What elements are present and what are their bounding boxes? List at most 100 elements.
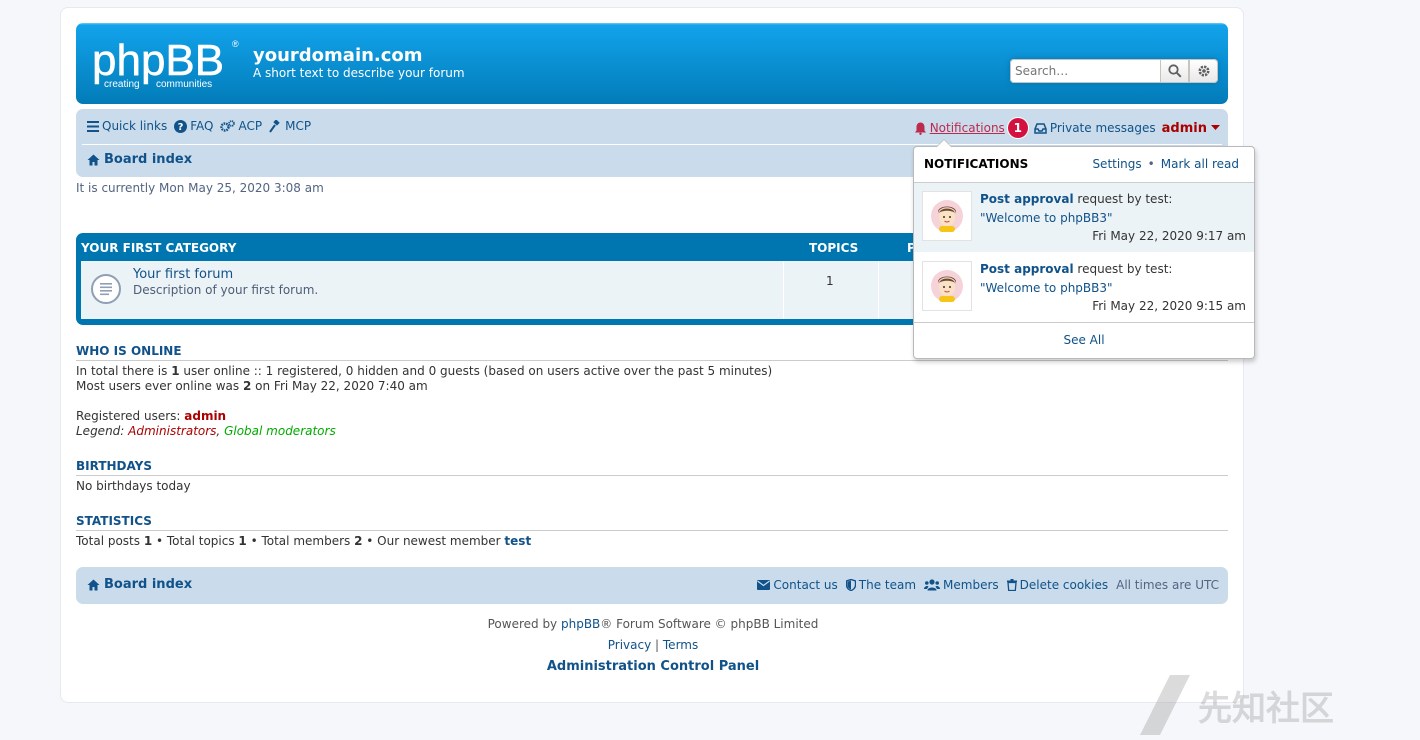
home-icon [87, 579, 100, 590]
terms-link[interactable]: Terms [663, 638, 698, 652]
notification-text: Post approval request by test: "Welcome … [980, 262, 1173, 295]
svg-text:phpBB: phpBB [92, 36, 224, 85]
acp-label: ACP [238, 119, 263, 133]
notification-date: Fri May 22, 2020 9:17 am [1092, 229, 1246, 243]
administration-control-panel-link[interactable]: Administration Control Panel [547, 659, 759, 674]
notifications-actions: Settings • Mark all read [1092, 157, 1239, 171]
topics-column-header: TOPICS [809, 241, 859, 255]
phpbb-logo[interactable]: phpBB ® creating communities [90, 35, 240, 93]
board-index-link[interactable]: Board index [104, 152, 192, 167]
private-messages-link[interactable]: Private messages [1034, 121, 1156, 135]
mark-all-read-link[interactable]: Mark all read [1161, 157, 1239, 171]
notifications-dropdown-title: NOTIFICATIONS [924, 157, 1029, 171]
envelope-icon [757, 580, 771, 590]
members-link[interactable]: Members [924, 578, 999, 592]
faq-link[interactable]: ? FAQ [174, 119, 213, 133]
notifications-label: Notifications [929, 121, 1005, 135]
statistics-heading: STATISTICS [76, 514, 1228, 531]
search-box [1010, 59, 1218, 83]
notifications-badge: 1 [1007, 118, 1028, 138]
advanced-search-button[interactable] [1189, 59, 1218, 83]
footer-links: Contact us The team Members Delete cooki… [757, 578, 1219, 592]
column-separator [783, 261, 784, 319]
caret-down-icon [1211, 125, 1220, 130]
online-stats: In total there is 1 user online :: 1 reg… [76, 364, 773, 393]
search-icon [1167, 64, 1182, 78]
notification-date: Fri May 22, 2020 9:15 am [1092, 299, 1246, 313]
watermark-logo-icon [1140, 675, 1190, 735]
forum-topics-count: 1 [826, 274, 834, 288]
search-input[interactable] [1010, 59, 1160, 83]
notification-item[interactable]: Post approval request by test: "Welcome … [914, 183, 1254, 253]
forum-title-link[interactable]: Your first forum [133, 267, 233, 282]
inbox-icon [1034, 122, 1047, 134]
trash-icon [1006, 579, 1017, 591]
registered-user-link[interactable]: admin [184, 409, 226, 423]
menu-icon [87, 120, 99, 132]
search-button[interactable] [1160, 59, 1189, 83]
forum-description: Description of your first forum. [133, 283, 319, 297]
delete-cookies-link[interactable]: Delete cookies [1006, 578, 1108, 592]
gavel-icon [269, 119, 280, 133]
svg-text:creating: creating [104, 79, 140, 90]
site-title[interactable]: yourdomain.com [253, 45, 423, 66]
the-team-link[interactable]: The team [845, 578, 916, 592]
forum-read-icon [91, 274, 121, 304]
phpbb-link[interactable]: phpBB [561, 617, 600, 631]
bell-icon [914, 122, 926, 135]
quick-links-menu[interactable]: Quick links [87, 119, 167, 133]
avatar [922, 191, 972, 241]
footer-navbar: Board index Contact us The team Members … [76, 567, 1228, 604]
birthdays-text: No birthdays today [76, 479, 191, 493]
private-messages-label: Private messages [1049, 121, 1156, 135]
nav-divider [82, 144, 1222, 145]
newest-member-link[interactable]: test [504, 534, 531, 548]
site-header: phpBB ® creating communities yourdomain.… [76, 23, 1228, 104]
policy-links: Privacy | Terms [607, 638, 699, 652]
notification-settings-link[interactable]: Settings [1092, 157, 1141, 171]
notifications-dropdown: NOTIFICATIONS Settings • Mark all read P… [913, 139, 1255, 359]
column-separator [878, 261, 879, 319]
category-title[interactable]: YOUR FIRST CATEGORY [81, 241, 236, 255]
home-icon [87, 154, 100, 165]
timezone-text: All times are UTC [1116, 578, 1219, 592]
current-time: It is currently Mon May 25, 2020 3:08 am [76, 181, 324, 195]
svg-text:communities: communities [156, 79, 212, 90]
see-all-link[interactable]: See All [1063, 333, 1104, 347]
powered-by: Powered by phpBB® Forum Software © phpBB… [487, 617, 819, 631]
notifications-dropdown-header: NOTIFICATIONS Settings • Mark all read [914, 147, 1254, 183]
notifications-toggle[interactable]: Notifications 1 [914, 118, 1028, 138]
statistics-text: Total posts 1 • Total topics 1 • Total m… [76, 534, 532, 548]
watermark: 先知社区 [1130, 670, 1420, 740]
birthdays-heading: BIRTHDAYS [76, 459, 1228, 476]
legend-global-moderators-link[interactable]: Global moderators [224, 424, 336, 438]
footer-breadcrumb: Board index [87, 577, 192, 592]
avatar [922, 261, 972, 311]
mcp-link[interactable]: MCP [269, 119, 311, 133]
username: admin [1161, 120, 1207, 136]
svg-text:®: ® [232, 39, 239, 49]
faq-label: FAQ [190, 119, 214, 133]
privacy-link[interactable]: Privacy [608, 638, 651, 652]
nav-links: Quick links ? FAQ ACP MCP [87, 119, 311, 133]
acp-footer: Administration Control Panel [61, 659, 1245, 674]
svg-text:?: ? [178, 122, 184, 133]
site-description: A short text to describe your forum [253, 66, 465, 80]
notification-text: Post approval request by test: "Welcome … [980, 192, 1173, 225]
users-icon [924, 579, 941, 591]
breadcrumb: Board index [87, 152, 192, 167]
footer-board-index-link[interactable]: Board index [104, 577, 192, 592]
contact-us-link[interactable]: Contact us [757, 578, 838, 592]
user-menu[interactable]: admin [1162, 121, 1220, 136]
notifications-footer: See All [914, 322, 1254, 358]
legend-administrators-link[interactable]: Administrators [128, 424, 216, 438]
mcp-label: MCP [285, 119, 312, 133]
notification-item[interactable]: Post approval request by test: "Welcome … [914, 253, 1254, 323]
acp-link[interactable]: ACP [220, 119, 262, 133]
registered-users: Registered users: admin Legend: Administ… [76, 409, 336, 438]
shield-icon [845, 579, 856, 591]
gear-icon [1198, 65, 1209, 77]
user-nav: Notifications 1 Private messages admin [914, 118, 1220, 138]
cogs-icon [220, 119, 236, 132]
question-icon: ? [174, 119, 188, 133]
